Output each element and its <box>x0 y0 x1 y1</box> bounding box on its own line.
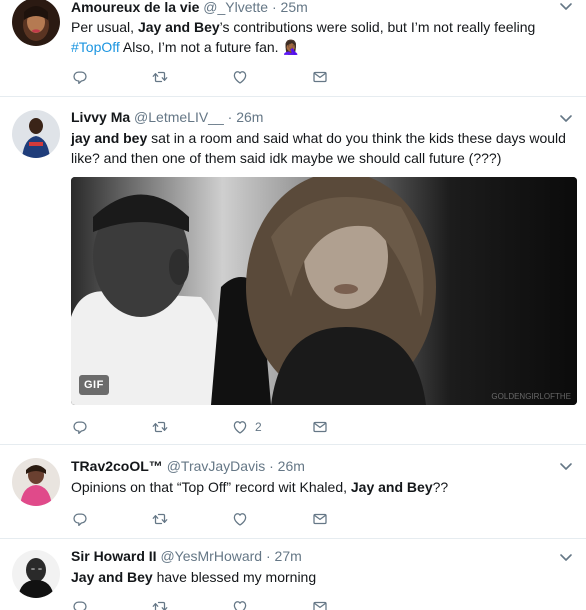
text-segment: have blessed my morning <box>152 569 317 585</box>
tweet-timestamp[interactable]: 26m <box>236 109 263 125</box>
reply-icon <box>71 68 89 86</box>
tweet-header: Amoureux de la vie @_Ylvette · 25m <box>71 0 550 16</box>
reply-button[interactable] <box>71 417 95 437</box>
like-button[interactable] <box>231 67 255 87</box>
user-handle[interactable]: @_Ylvette <box>203 0 268 15</box>
highlighted-keyword: jay and bey <box>71 130 148 146</box>
tweet-header: Sir Howard II @YesMrHoward · 27m <box>71 547 550 565</box>
avatar-image <box>12 110 60 158</box>
avatar-image <box>12 458 60 506</box>
heart-icon <box>231 510 249 528</box>
separator-dot: · <box>269 458 274 474</box>
user-handle[interactable]: @YesMrHoward <box>160 548 262 564</box>
chevron-down-icon[interactable] <box>558 458 574 474</box>
tweet-header: Livvy Ma @LetmeLIV__ · 26m <box>71 108 550 126</box>
text-segment: Also, I’m not a future fan. 🤦🏾‍♀️ <box>119 39 300 55</box>
avatar-image <box>12 0 60 46</box>
retweet-icon <box>151 68 169 86</box>
reply-button[interactable] <box>71 67 95 87</box>
highlighted-keyword: Jay and Bey <box>71 569 153 585</box>
text-segment: Per usual, <box>71 19 138 35</box>
tweet-text: jay and bey sat in a room and said what … <box>71 128 572 168</box>
display-name[interactable]: Sir Howard II <box>71 548 157 564</box>
display-name[interactable]: TRav2coOL™ <box>71 458 163 474</box>
tweet-timestamp[interactable]: 26m <box>278 458 305 474</box>
direct-message-button[interactable] <box>311 509 329 529</box>
tweet-text: Jay and Bey have blessed my morning <box>71 567 572 587</box>
envelope-icon <box>311 510 329 528</box>
tweet-timestamp[interactable]: 25m <box>281 0 308 15</box>
user-avatar[interactable] <box>12 110 60 158</box>
separator-dot: · <box>227 109 233 125</box>
tweet-actions <box>71 509 391 529</box>
reply-icon <box>71 418 89 436</box>
gif-image <box>71 177 577 405</box>
tweet[interactable]: Livvy Ma @LetmeLIV__ · 26m jay and bey s… <box>0 97 586 445</box>
retweet-button[interactable] <box>151 597 175 610</box>
like-count: 2 <box>255 420 262 434</box>
retweet-button[interactable] <box>151 509 175 529</box>
envelope-icon <box>311 68 329 86</box>
tweet-text: Opinions on that “Top Off” record wit Kh… <box>71 477 572 497</box>
reply-icon <box>71 510 89 528</box>
retweet-button[interactable] <box>151 67 175 87</box>
tweet-actions <box>71 597 391 610</box>
text-segment: ’s contributions were solid, but I’m not… <box>219 19 536 35</box>
envelope-icon <box>311 418 329 436</box>
chevron-down-icon[interactable] <box>558 0 574 14</box>
gif-watermark: GOLDENGIRLOFTHE <box>491 392 571 401</box>
separator-dot: · <box>271 0 277 15</box>
user-handle[interactable]: @TravJayDavis <box>167 458 266 474</box>
gif-media[interactable]: GIF GOLDENGIRLOFTHE <box>71 177 577 405</box>
retweet-icon <box>151 418 169 436</box>
tweet-header: TRav2coOL™ @TravJayDavis · 26m <box>71 457 550 475</box>
highlighted-keyword: Jay and Bey <box>137 19 220 35</box>
tweet-actions <box>71 67 391 87</box>
direct-message-button[interactable] <box>311 417 329 437</box>
tweet[interactable]: TRav2coOL™ @TravJayDavis · 26m Opinions … <box>0 445 586 539</box>
like-button[interactable] <box>231 509 255 529</box>
user-avatar[interactable] <box>12 0 60 46</box>
separator-dot: · <box>265 548 271 564</box>
like-button[interactable] <box>231 597 255 610</box>
timeline: Amoureux de la vie @_Ylvette · 25m Per u… <box>0 0 586 610</box>
gif-badge: GIF <box>79 375 109 395</box>
tweet[interactable]: Amoureux de la vie @_Ylvette · 25m Per u… <box>0 0 586 97</box>
direct-message-button[interactable] <box>311 67 329 87</box>
reply-icon <box>71 598 89 610</box>
user-avatar[interactable] <box>12 550 60 598</box>
heart-icon <box>231 418 249 436</box>
display-name[interactable]: Livvy Ma <box>71 109 130 125</box>
highlighted-keyword: Jay and Bey <box>350 479 433 495</box>
tweet[interactable]: Sir Howard II @YesMrHoward · 27m Jay and… <box>0 539 586 610</box>
chevron-down-icon[interactable] <box>558 549 574 565</box>
user-handle[interactable]: @LetmeLIV__ <box>134 109 224 125</box>
text-segment: Opinions on that “Top Off” record wit Kh… <box>71 479 351 495</box>
display-name[interactable]: Amoureux de la vie <box>71 0 199 15</box>
like-button[interactable]: 2 <box>231 417 262 437</box>
chevron-down-icon[interactable] <box>558 110 574 126</box>
retweet-icon <box>151 510 169 528</box>
retweet-button[interactable] <box>151 417 175 437</box>
text-segment: ?? <box>432 479 449 495</box>
envelope-icon <box>311 598 329 610</box>
user-avatar[interactable] <box>12 458 60 506</box>
heart-icon <box>231 68 249 86</box>
retweet-icon <box>151 598 169 610</box>
reply-button[interactable] <box>71 509 95 529</box>
direct-message-button[interactable] <box>311 597 329 610</box>
hashtag-link[interactable]: #TopOff <box>71 39 120 55</box>
tweet-actions: 2 <box>71 417 391 437</box>
tweet-timestamp[interactable]: 27m <box>275 548 302 564</box>
avatar-image <box>12 550 60 598</box>
tweet-text: Per usual, Jay and Bey’s contributions w… <box>71 17 572 57</box>
reply-button[interactable] <box>71 597 95 610</box>
heart-icon <box>231 598 249 610</box>
